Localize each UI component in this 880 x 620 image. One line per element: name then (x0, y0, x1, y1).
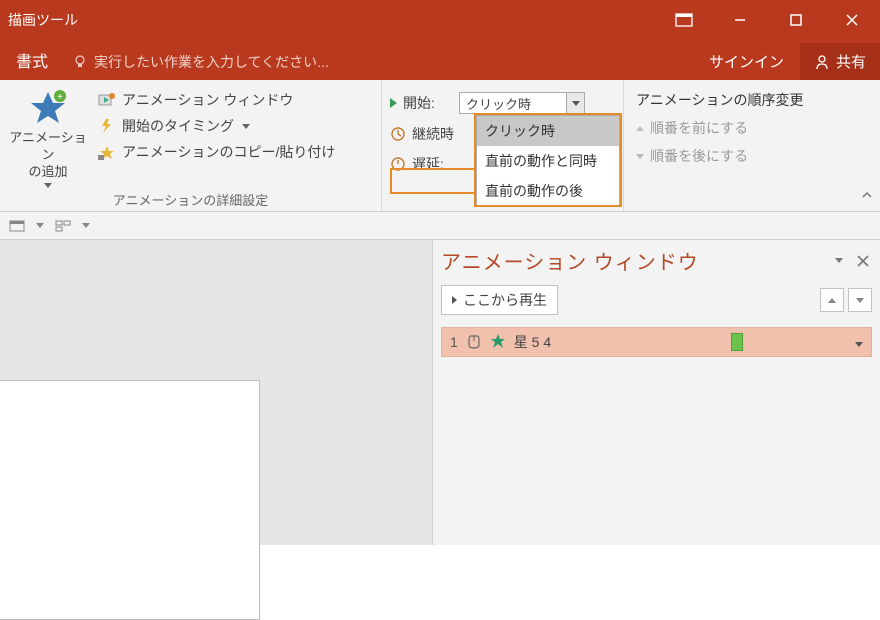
group-reorder: アニメーションの順序変更 順番を前にする 順番を後にする (624, 80, 880, 211)
view-shortcuts-bar (0, 212, 880, 240)
group-label-advanced: アニメーションの詳細設定 (8, 188, 373, 211)
ribbon-display-options-button[interactable] (656, 13, 712, 27)
contextual-tab-label: 描画ツール (0, 10, 78, 30)
arrow-down-icon (856, 298, 864, 303)
thumbnail-view-button[interactable] (6, 216, 28, 236)
animation-list-item[interactable]: 1 星 5 4 (441, 327, 872, 357)
reorder-title: アニメーションの順序変更 (636, 90, 872, 110)
play-icon (452, 296, 457, 304)
dropdown-option-on-click[interactable]: クリック時 (477, 116, 619, 146)
animation-timeline-bar[interactable] (731, 333, 743, 351)
slide-edit-area[interactable] (0, 240, 432, 545)
sign-in-link[interactable]: サインイン (693, 43, 800, 80)
share-label: 共有 (836, 51, 866, 72)
move-earlier-button[interactable]: 順番を前にする (636, 118, 872, 138)
arrow-up-icon (828, 298, 836, 303)
maximize-icon (789, 13, 803, 27)
chevron-down-icon (82, 223, 90, 228)
close-icon (857, 255, 869, 267)
minimize-button[interactable] (712, 0, 768, 40)
maximize-button[interactable] (768, 0, 824, 40)
share-button[interactable]: 共有 (800, 43, 880, 80)
start-label: 開始: (403, 93, 453, 113)
start-dropdown-popup: クリック時 直前の動作と同時 直前の動作の後 (476, 115, 620, 207)
tell-me-search[interactable]: 実行したい作業を入力してください... (64, 44, 693, 80)
lightbulb-icon (72, 54, 88, 70)
move-earlier-label: 順番を前にする (650, 118, 748, 138)
mouse-click-icon (466, 334, 482, 350)
animation-item-menu-button[interactable] (855, 334, 863, 350)
arrow-down-icon (636, 154, 644, 159)
delay-clock-icon (390, 156, 406, 172)
dropdown-option-with-previous[interactable]: 直前の動作と同時 (477, 146, 619, 176)
collapse-ribbon-button[interactable] (860, 188, 874, 207)
play-from-label: ここから再生 (463, 290, 547, 310)
duration-label: 継続時 (412, 124, 462, 144)
svg-text:+: + (57, 92, 63, 103)
play-from-button[interactable]: ここから再生 (441, 285, 558, 315)
trigger-lightning-icon (98, 118, 116, 134)
animation-pane-title: アニメーション ウィンドウ (441, 246, 824, 275)
pane-close-button[interactable] (854, 252, 872, 270)
add-animation-star-icon: + (28, 88, 68, 128)
animation-object-name: 星 5 4 (514, 332, 551, 352)
add-animation-label: アニメーション の追加 (8, 130, 88, 181)
arrow-up-icon (636, 126, 644, 131)
ribbon-display-icon (675, 13, 693, 27)
move-up-button[interactable] (820, 288, 844, 312)
pane-options-button[interactable] (830, 252, 848, 270)
workspace: アニメーション ウィンドウ ここから再生 1 星 5 4 (0, 240, 880, 545)
chevron-down-icon (566, 93, 584, 113)
move-down-button[interactable] (848, 288, 872, 312)
play-start-icon (390, 98, 397, 108)
start-row: 開始: クリック時 (390, 92, 615, 114)
animation-painter-icon (98, 144, 116, 160)
ribbon-tab-row: 書式 実行したい作業を入力してください... サインイン 共有 (0, 40, 880, 80)
animation-pane: アニメーション ウィンドウ ここから再生 1 星 5 4 (432, 240, 880, 545)
move-later-button[interactable]: 順番を後にする (636, 146, 872, 166)
duration-clock-icon (390, 126, 406, 142)
outline-icon (55, 219, 71, 233)
start-dropdown[interactable]: クリック時 (459, 92, 585, 114)
ribbon: + アニメーション の追加 アニメーション ウィンドウ 開始のタイミング アニメ… (0, 80, 880, 212)
animation-painter-button[interactable]: アニメーションのコピー/貼り付け (98, 142, 335, 162)
delay-label: 遅延: (412, 154, 462, 174)
animation-index: 1 (450, 334, 458, 350)
entrance-star-icon (490, 333, 506, 352)
close-button[interactable] (824, 0, 880, 40)
slide-canvas[interactable] (0, 380, 260, 620)
minimize-icon (733, 13, 747, 27)
trigger-button[interactable]: 開始のタイミング (98, 116, 335, 136)
move-later-label: 順番を後にする (650, 146, 748, 166)
share-person-icon (814, 54, 830, 70)
animation-pane-button[interactable]: アニメーション ウィンドウ (98, 90, 335, 110)
tab-format[interactable]: 書式 (0, 40, 64, 80)
close-icon (845, 13, 859, 27)
chevron-up-icon (860, 188, 874, 202)
thumbnail-icon (9, 219, 25, 233)
outline-view-button[interactable] (52, 216, 74, 236)
start-value: クリック時 (460, 94, 566, 113)
trigger-label: 開始のタイミング (122, 116, 234, 136)
animation-painter-label: アニメーションのコピー/貼り付け (122, 142, 335, 162)
group-advanced-animation: + アニメーション の追加 アニメーション ウィンドウ 開始のタイミング アニメ… (0, 80, 382, 211)
animation-pane-label: アニメーション ウィンドウ (122, 90, 293, 110)
animation-pane-icon (98, 92, 116, 108)
dropdown-option-after-previous[interactable]: 直前の動作の後 (477, 176, 619, 206)
chevron-down-icon (242, 124, 250, 129)
tell-me-placeholder: 実行したい作業を入力してください... (94, 52, 329, 72)
add-animation-button[interactable]: + アニメーション の追加 (8, 84, 88, 188)
chevron-down-icon (36, 223, 44, 228)
title-bar: 描画ツール (0, 0, 880, 40)
